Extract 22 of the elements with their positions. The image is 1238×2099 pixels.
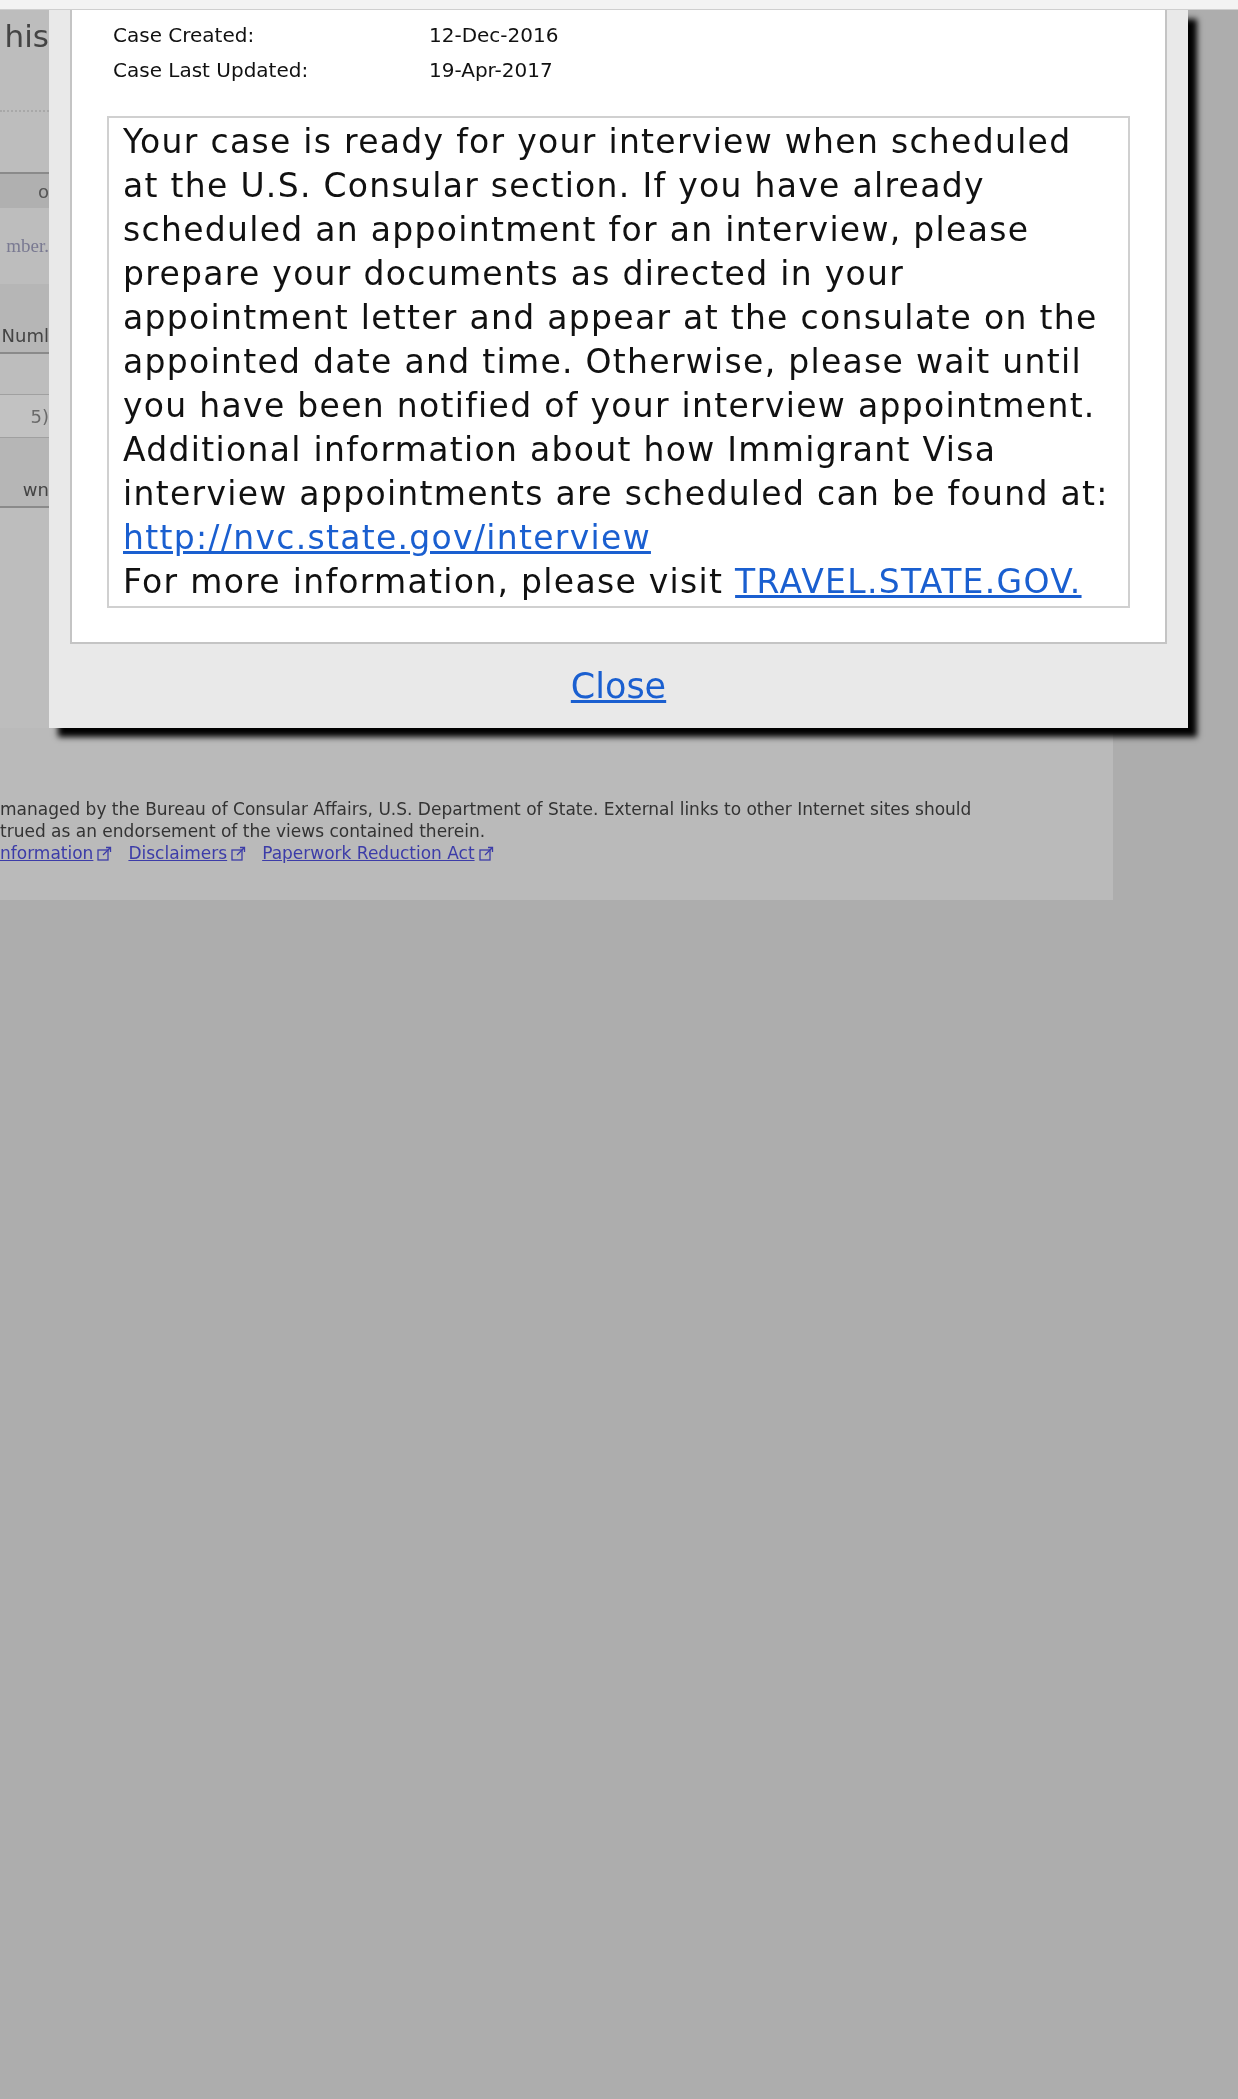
- footer-text: trued as an endorsement of the views contained therein.: [0, 820, 487, 842]
- detail-value: 19-Apr-2017: [429, 57, 553, 84]
- footer-link[interactable]: Paperwork Reduction Act: [262, 842, 475, 864]
- footer-text: managed by the Bureau of Consular Affairs, U.S. Department of State. External links to other Internet sites should: [0, 798, 973, 820]
- input-field[interactable]: 5): [0, 394, 49, 438]
- close-link[interactable]: Close: [570, 666, 667, 706]
- external-link-icon: [97, 845, 113, 861]
- external-link-icon: [231, 845, 247, 861]
- detail-value: 12-Dec-2016: [429, 22, 559, 49]
- travel-link[interactable]: TRAVEL.STATE.GOV.: [735, 562, 1082, 601]
- footer-link[interactable]: nformation: [0, 842, 94, 864]
- input-field[interactable]: Numl: [0, 284, 49, 354]
- status-message: Your case is ready for your interview when scheduled at the U.S. Consular section. If you have already scheduled an appointment for an interview, please prepare your documents as directed in your appointment letter and appear at the consulate on the appointed date and time. Otherwise, please wait until you have been notified of your interview appointment. Additional information about how Immigrant Visa interview appointments are scheduled can be found at: http://nvc.state.gov/interview: [123, 121, 1110, 559]
- more-info-text: For more information, please visit TRAVEL.STATE.GOV.: [123, 561, 1083, 603]
- footer-link[interactable]: Disclaimers: [128, 842, 228, 864]
- detail-label: Case Last Updated:: [113, 57, 309, 84]
- button[interactable]: o: [0, 172, 49, 208]
- input-field[interactable]: wn: [0, 438, 49, 508]
- detail-label: Case Created:: [113, 22, 255, 49]
- external-link-icon: [478, 845, 494, 861]
- interview-link[interactable]: http://nvc.state.gov/interview: [123, 518, 651, 557]
- page-heading: his: [4, 18, 49, 56]
